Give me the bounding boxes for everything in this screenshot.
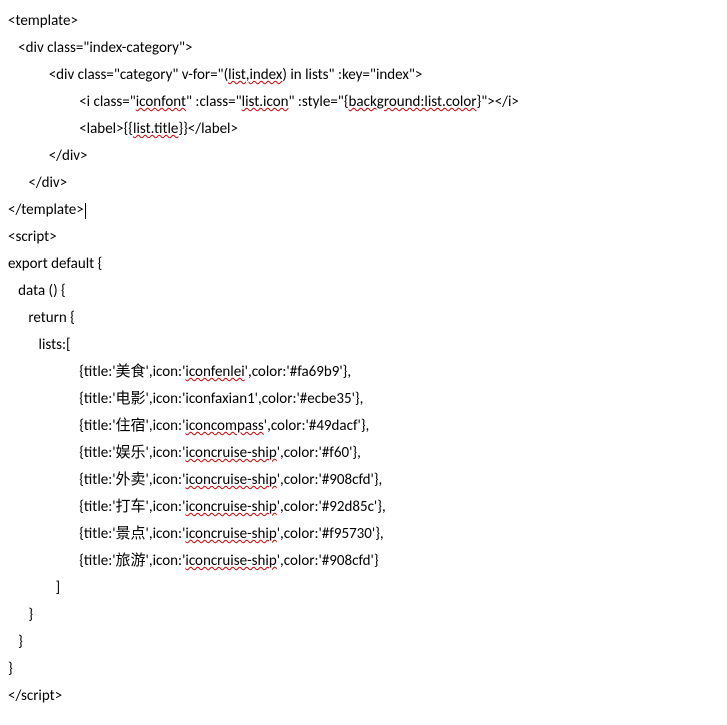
code-line-3a: <div class="category" v-for="( <box>8 66 228 84</box>
code-content: <template> <div class="index-category"> … <box>8 8 719 710</box>
code-line-6: </div> <box>8 147 88 165</box>
squiggle-text: iconcruise-ship <box>185 444 276 462</box>
squiggle-text: iconcruise-ship <box>185 552 276 570</box>
squiggle-text: iconcruise-ship <box>185 471 276 489</box>
indent <box>8 363 79 381</box>
squiggle-text: list.title <box>133 120 178 138</box>
indent <box>8 552 79 570</box>
squiggle-text: list.icon <box>242 93 289 111</box>
code-line-26b: script <box>21 687 55 705</box>
list-item-4c: ',color:'#f60'}, <box>277 444 361 462</box>
indent <box>8 498 79 516</box>
list-item-8c: ',color:'#908cfd'} <box>277 552 379 570</box>
code-line-23: } <box>8 606 33 624</box>
squiggle-text: iconfenlei <box>185 363 244 381</box>
code-line-5a: <label>{{ <box>8 120 133 138</box>
list-item-5c: ',color:'#908cfd'}, <box>277 471 383 489</box>
code-line-24: } <box>8 633 23 651</box>
squiggle-text: iconcruise-ship <box>185 525 276 543</box>
code-line-12: return { <box>8 309 75 327</box>
code-line-7: </div> <box>8 174 67 192</box>
code-line-22: ] <box>8 579 60 597</box>
code-line-25: } <box>8 660 13 678</box>
code-line-11: data () { <box>8 282 66 300</box>
squiggle-text: iconcruise-ship <box>185 498 276 516</box>
code-line-8: </template> <box>8 201 84 219</box>
code-line-4c: " :class=" <box>186 93 242 111</box>
code-line-4g: }"></i> <box>477 93 519 111</box>
indent <box>8 390 79 408</box>
code-line-2: <div class="index-category"> <box>8 39 192 57</box>
list-item-7a: {title:'景点',icon:' <box>79 525 185 543</box>
indent <box>8 417 79 435</box>
list-item-3a: {title:'住宿',icon:' <box>79 417 185 435</box>
squiggle-text: background:list.color <box>349 93 477 111</box>
squiggle-text: list,index <box>228 66 282 84</box>
list-item-8a: {title:'旅游',icon:' <box>79 552 185 570</box>
code-line-3c: ) in lists" :key="index"> <box>282 66 422 84</box>
list-item-1a: {title:'美食',icon:' <box>79 363 185 381</box>
list-item-2: {title:'电影',icon:'iconfaxian1',color:'#e… <box>79 390 363 408</box>
list-item-6c: ',color:'#92d85c'}, <box>277 498 386 516</box>
list-item-4a: {title:'娱乐',icon:' <box>79 444 185 462</box>
list-item-3c: ',color:'#49dacf'}, <box>264 417 370 435</box>
squiggle-text: iconfont <box>136 93 186 111</box>
indent <box>8 471 79 489</box>
indent <box>8 444 79 462</box>
code-line-9: <script> <box>8 228 57 246</box>
list-item-1c: ',color:'#fa69b9'}, <box>245 363 352 381</box>
list-item-7c: ',color:'#f95730'}, <box>277 525 384 543</box>
code-line-26a: </ <box>8 687 21 705</box>
code-line-4a: <i class=" <box>8 93 136 111</box>
indent <box>8 525 79 543</box>
list-item-5a: {title:'外卖',icon:' <box>79 471 185 489</box>
code-line-10: export default { <box>8 255 102 273</box>
text-cursor <box>85 203 86 220</box>
code-line-13: lists:[ <box>8 336 71 354</box>
squiggle-text: iconcompass <box>185 417 263 435</box>
code-line-26c: > <box>55 687 62 705</box>
code-line-5c: }}</label> <box>178 120 238 138</box>
list-item-6a: {title:'打车',icon:' <box>79 498 185 516</box>
code-line-1: <template> <box>8 12 78 30</box>
code-line-4e: " :style="{ <box>289 93 349 111</box>
